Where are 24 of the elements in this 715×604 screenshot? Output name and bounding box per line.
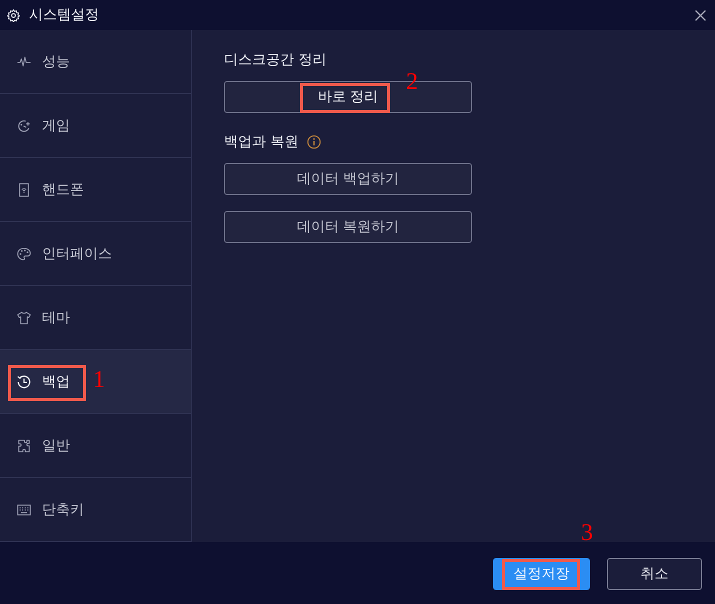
section-heading: 백업과 복원 bbox=[224, 133, 298, 151]
sidebar-item[interactable]: 일반 bbox=[0, 414, 191, 478]
palette-icon bbox=[17, 246, 31, 260]
sidebar-item[interactable]: 게임 bbox=[0, 94, 191, 158]
action-button[interactable]: 데이터 백업하기 bbox=[224, 163, 472, 195]
info-icon[interactable] bbox=[307, 135, 322, 149]
section-heading: 디스크공간 정리 bbox=[224, 51, 326, 69]
pulse-icon bbox=[17, 54, 31, 68]
cancel-button[interactable]: 취소 bbox=[607, 558, 702, 590]
sidebar-item[interactable]: 인터페이스 bbox=[0, 222, 191, 286]
phone-icon bbox=[17, 182, 31, 196]
callout-number: 3 bbox=[581, 521, 593, 545]
sidebar-item[interactable]: 성능 bbox=[0, 30, 191, 94]
game-icon bbox=[17, 118, 31, 132]
tshirt-icon bbox=[17, 310, 31, 324]
history-icon bbox=[17, 374, 31, 388]
callout-number: 1 bbox=[93, 368, 105, 392]
keyboard-icon bbox=[17, 502, 31, 516]
settings-icon bbox=[7, 8, 20, 22]
close-icon[interactable] bbox=[695, 10, 706, 20]
action-button[interactable]: 데이터 복원하기 bbox=[224, 211, 472, 243]
puzzle-icon bbox=[17, 438, 31, 452]
window-title: 시스템설정 bbox=[29, 6, 100, 24]
sidebar-item[interactable]: 핸드폰 bbox=[0, 158, 191, 222]
